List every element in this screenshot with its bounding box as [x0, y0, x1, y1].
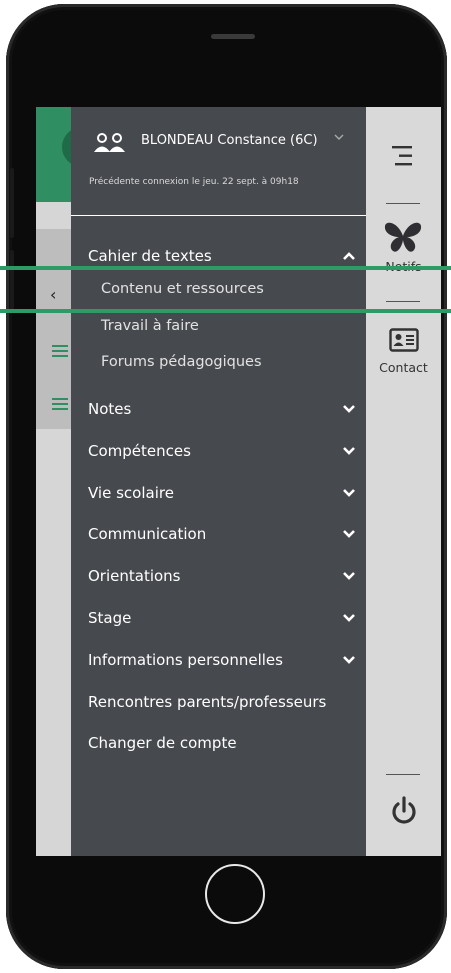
highlight-line: [0, 266, 451, 270]
phone-speaker: [211, 34, 255, 39]
submenu-item-forums[interactable]: Forums pédagogiques: [101, 348, 361, 376]
butterfly-icon[interactable]: [384, 220, 422, 254]
menu-item-competences[interactable]: Compétences: [88, 436, 358, 466]
menu-item-rencontres[interactable]: Rencontres parents/professeurs: [88, 687, 358, 717]
list-icon: [52, 345, 68, 357]
rail-separator: [386, 774, 420, 775]
background-page: ‹: [36, 107, 102, 856]
menu-item-label: Stage: [88, 609, 132, 627]
chevron-down-icon: [343, 489, 355, 497]
menu-item-informations-personnelles[interactable]: Informations personnelles: [88, 645, 358, 675]
chevron-down-icon: [343, 572, 355, 580]
background-header: [36, 107, 102, 202]
menu-item-label: Informations personnelles: [88, 651, 283, 669]
menu-item-label: Rencontres parents/professeurs: [88, 693, 327, 711]
profile-header[interactable]: BLONDEAU Constance (6C) Précédente conne…: [71, 107, 366, 215]
menu-item-label: Vie scolaire: [88, 484, 174, 502]
chevron-down-icon: [343, 530, 355, 538]
chevron-down-icon: [343, 447, 355, 455]
users-avatar-icon: [94, 133, 125, 152]
menu-item-changer-de-compte[interactable]: Changer de compte: [88, 728, 358, 758]
menu-item-label: Cahier de textes: [88, 247, 212, 265]
rail-separator: [386, 301, 420, 302]
navigation-drawer: BLONDEAU Constance (6C) Précédente conne…: [71, 107, 366, 856]
menu-item-label: Changer de compte: [88, 734, 237, 752]
menu-item-orientations[interactable]: Orientations: [88, 561, 358, 591]
menu-item-notes[interactable]: Notes: [88, 394, 358, 424]
submenu-item-contenu[interactable]: Contenu et ressources: [101, 275, 361, 303]
list-icon: [52, 398, 68, 410]
hamburger-menu-icon[interactable]: [392, 145, 416, 167]
highlight-line: [0, 309, 451, 313]
chevron-down-icon: [343, 405, 355, 413]
profile-name: BLONDEAU Constance (6C): [141, 133, 318, 148]
menu-item-stage[interactable]: Stage: [88, 603, 358, 633]
menu-item-communication[interactable]: Communication: [88, 519, 358, 549]
menu-item-label: Orientations: [88, 567, 181, 585]
menu-item-label: Compétences: [88, 442, 191, 460]
home-button[interactable]: [205, 864, 265, 924]
chevron-down-icon: [343, 614, 355, 622]
last-login-text: Précédente connexion le jeu. 22 sept. à …: [89, 177, 299, 187]
contact-card-icon[interactable]: [389, 328, 419, 352]
submenu-item-travail[interactable]: Travail à faire: [101, 312, 361, 340]
chevron-down-icon: [343, 656, 355, 664]
app-screen: ‹ BLONDEAU Constance (6C) Précédente con…: [36, 107, 441, 856]
menu-item-label: Notes: [88, 400, 132, 418]
contact-label[interactable]: Contact: [366, 360, 441, 375]
phone-side-button: [10, 250, 14, 310]
menu-item-label: Communication: [88, 525, 207, 543]
phone-side-button: [10, 168, 14, 238]
divider: [71, 215, 366, 216]
right-rail: Notifs Contact: [366, 107, 441, 856]
rail-separator: [386, 203, 420, 204]
menu-item-vie-scolaire[interactable]: Vie scolaire: [88, 478, 358, 508]
power-icon[interactable]: [390, 795, 418, 827]
back-chevron-icon[interactable]: ‹: [50, 285, 56, 304]
chevron-down-icon[interactable]: [333, 131, 345, 143]
chevron-up-icon: [343, 252, 355, 260]
